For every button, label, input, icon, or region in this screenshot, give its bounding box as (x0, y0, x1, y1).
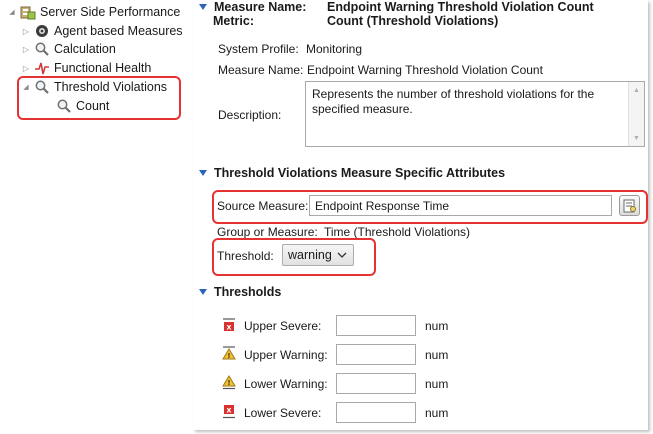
heartbeat-icon (34, 60, 50, 76)
lower-warning-unit: num (425, 377, 449, 391)
server-folder-icon (20, 4, 36, 20)
tree-label: Agent based Measures (54, 24, 183, 38)
system-profile-label: System Profile: (218, 42, 299, 56)
upper-warning-input[interactable] (336, 344, 416, 365)
svg-text:x: x (226, 406, 232, 415)
lower-warning-input[interactable] (336, 373, 416, 394)
measure-name-header-value: Endpoint Warning Threshold Violation Cou… (327, 0, 594, 14)
lower-severe-icon: x (221, 403, 237, 419)
specific-section-toggle[interactable]: Threshold Violations Measure Specific At… (199, 166, 505, 180)
thresholds-section-title: Thresholds (214, 285, 282, 299)
collapse-arrow-icon[interactable]: ◢ (7, 8, 17, 16)
metric-header-label: Metric: (213, 14, 254, 28)
scroll-up-icon[interactable]: ▲ (633, 87, 640, 94)
measure-name-header-label: Measure Name: (214, 0, 307, 14)
upper-severe-label: Upper Severe: (244, 319, 322, 333)
header-section-toggle[interactable]: Measure Name: (199, 0, 306, 14)
group-measure-label: Group or Measure: (217, 225, 318, 239)
agent-icon (34, 23, 50, 39)
metric-header-value: Count (Threshold Violations) (327, 14, 499, 28)
lower-severe-input[interactable] (336, 402, 416, 423)
upper-warning-unit: num (425, 348, 449, 362)
upper-severe-icon: x (221, 317, 237, 333)
section-collapse-icon[interactable] (199, 170, 207, 176)
highlight-box (212, 190, 648, 224)
measure-tree: ◢ Server Side Performance ▷ Agent based … (0, 0, 192, 434)
highlight-box (17, 76, 181, 120)
svg-text:!: ! (227, 352, 230, 360)
tree-label: Calculation (54, 42, 116, 56)
upper-severe-unit: num (425, 319, 449, 333)
tree-item-server-side-performance[interactable]: ◢ Server Side Performance (7, 3, 180, 21)
lower-severe-label: Lower Severe: (244, 406, 322, 420)
measure-name-value[interactable]: Endpoint Warning Threshold Violation Cou… (307, 63, 543, 77)
tree-label: Server Side Performance (40, 5, 181, 19)
lower-warning-icon: ! (221, 374, 237, 390)
expand-arrow-icon[interactable]: ▷ (21, 45, 31, 54)
tree-item-agent-based-measures[interactable]: ▷ Agent based Measures (21, 22, 183, 40)
magnifier-icon (34, 41, 50, 57)
group-measure-value: Time (Threshold Violations) (324, 225, 471, 239)
measure-details-pane: Measure Name: Metric: Endpoint Warning T… (193, 0, 648, 430)
section-collapse-icon[interactable] (199, 4, 207, 10)
thresholds-section-toggle[interactable]: Thresholds (199, 285, 281, 299)
lower-severe-unit: num (425, 406, 449, 420)
svg-text:x: x (226, 323, 232, 332)
specific-section-title: Threshold Violations Measure Specific At… (214, 166, 506, 180)
tree-item-calculation[interactable]: ▷ Calculation (21, 40, 116, 58)
system-profile-value: Monitoring (306, 42, 363, 56)
tree-label: Functional Health (54, 61, 152, 75)
svg-text:!: ! (227, 379, 230, 387)
expand-arrow-icon[interactable]: ▷ (21, 27, 31, 36)
upper-warning-icon: ! (221, 345, 237, 361)
scroll-down-icon[interactable]: ▼ (633, 135, 640, 142)
upper-warning-label: Upper Warning: (244, 348, 328, 362)
section-collapse-icon[interactable] (199, 289, 207, 295)
description-label: Description: (218, 108, 282, 122)
description-textarea[interactable]: Represents the number of threshold viola… (305, 81, 645, 147)
description-scrollbar[interactable]: ▲ ▼ (628, 82, 644, 146)
expand-arrow-icon[interactable]: ▷ (21, 64, 31, 73)
lower-warning-label: Lower Warning: (244, 377, 328, 391)
tree-item-functional-health[interactable]: ▷ Functional Health (21, 59, 151, 77)
highlight-box (212, 238, 376, 276)
upper-severe-input[interactable] (336, 315, 416, 336)
description-text: Represents the number of threshold viola… (312, 87, 595, 116)
measure-name-label: Measure Name: (218, 63, 304, 77)
